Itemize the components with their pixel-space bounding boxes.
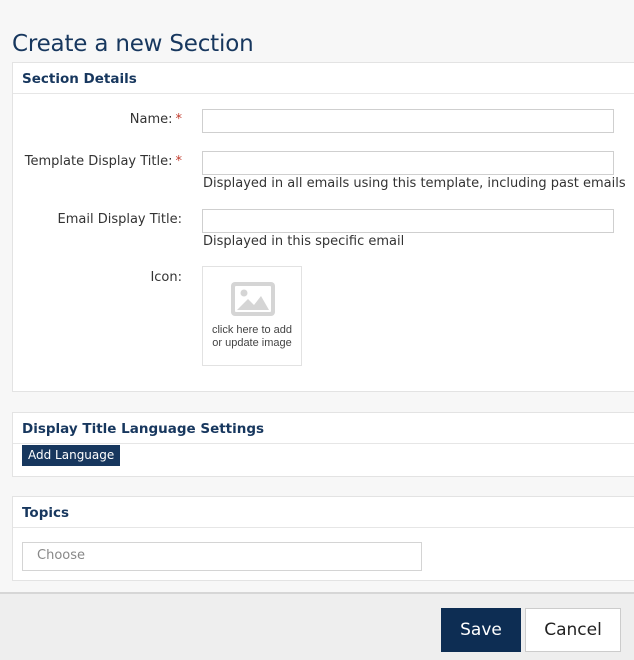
icon-label: Icon: bbox=[150, 270, 182, 285]
email-display-title-help: Displayed in this specific email bbox=[203, 234, 405, 249]
section-details-panel: Section Details Name: * Template Display … bbox=[12, 62, 634, 392]
name-input[interactable] bbox=[202, 109, 614, 133]
language-settings-panel: Display Title Language Settings Add Lang… bbox=[12, 412, 634, 477]
name-label: Name: * bbox=[130, 112, 182, 127]
icon-upload-line2: or update image bbox=[212, 337, 292, 349]
save-button[interactable]: Save bbox=[441, 608, 521, 652]
page-title: Create a new Section bbox=[12, 31, 254, 58]
section-details-heading: Section Details bbox=[13, 63, 634, 94]
icon-upload-line1: click here to add bbox=[211, 324, 293, 336]
template-display-title-label: Template Display Title: * bbox=[25, 154, 182, 169]
email-display-title-label: Email Display Title: bbox=[58, 212, 183, 227]
required-marker: * bbox=[175, 154, 183, 169]
template-display-title-label-text: Template Display Title: bbox=[24, 154, 173, 169]
required-marker: * bbox=[175, 112, 183, 127]
icon-upload-box[interactable]: click here to add or update image bbox=[202, 266, 302, 366]
name-label-text: Name: bbox=[129, 112, 173, 127]
topics-select[interactable]: Choose bbox=[22, 542, 422, 571]
add-language-button[interactable]: Add Language bbox=[22, 445, 121, 466]
footer-bar: Save Cancel bbox=[0, 592, 634, 660]
template-display-title-input[interactable] bbox=[202, 151, 614, 175]
template-display-title-help: Displayed in all emails using this templ… bbox=[203, 176, 626, 191]
email-display-title-input[interactable] bbox=[202, 209, 614, 233]
cancel-button[interactable]: Cancel bbox=[525, 608, 621, 652]
language-settings-heading: Display Title Language Settings bbox=[13, 413, 634, 444]
email-display-title-label-text: Email Display Title: bbox=[57, 212, 183, 227]
topics-heading: Topics bbox=[13, 497, 634, 528]
image-placeholder-icon bbox=[231, 282, 275, 316]
icon-upload-text: click here to add or update image bbox=[203, 324, 301, 350]
icon-label-text: Icon: bbox=[150, 270, 182, 285]
topics-panel: Topics Choose bbox=[12, 496, 634, 581]
